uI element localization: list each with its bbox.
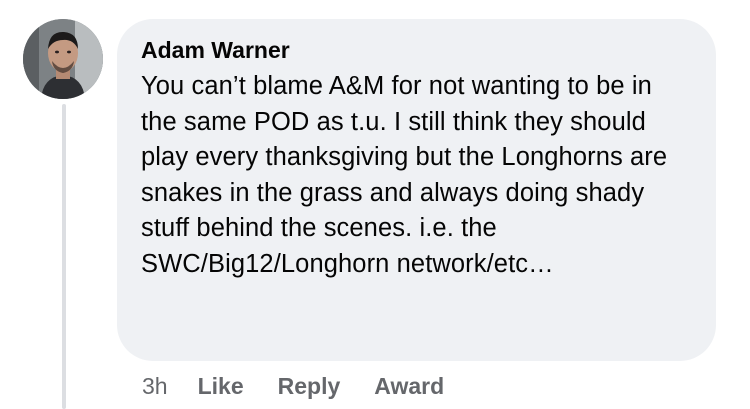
reply-button[interactable]: Reply <box>278 373 341 400</box>
profile-photo <box>23 19 103 99</box>
avatar[interactable] <box>23 19 103 99</box>
comment-author-name[interactable]: Adam Warner <box>141 35 690 65</box>
comment-actions: 3h Like Reply Award <box>142 370 478 402</box>
reply-thread-line <box>62 104 66 409</box>
award-button[interactable]: Award <box>374 373 444 400</box>
comment-text: You can’t blame A&M for not wanting to b… <box>141 72 668 278</box>
comment-bubble: Adam Warner You can’t blame A&M for not … <box>117 19 716 361</box>
comment-timestamp[interactable]: 3h <box>142 373 168 400</box>
like-button[interactable]: Like <box>198 373 244 400</box>
